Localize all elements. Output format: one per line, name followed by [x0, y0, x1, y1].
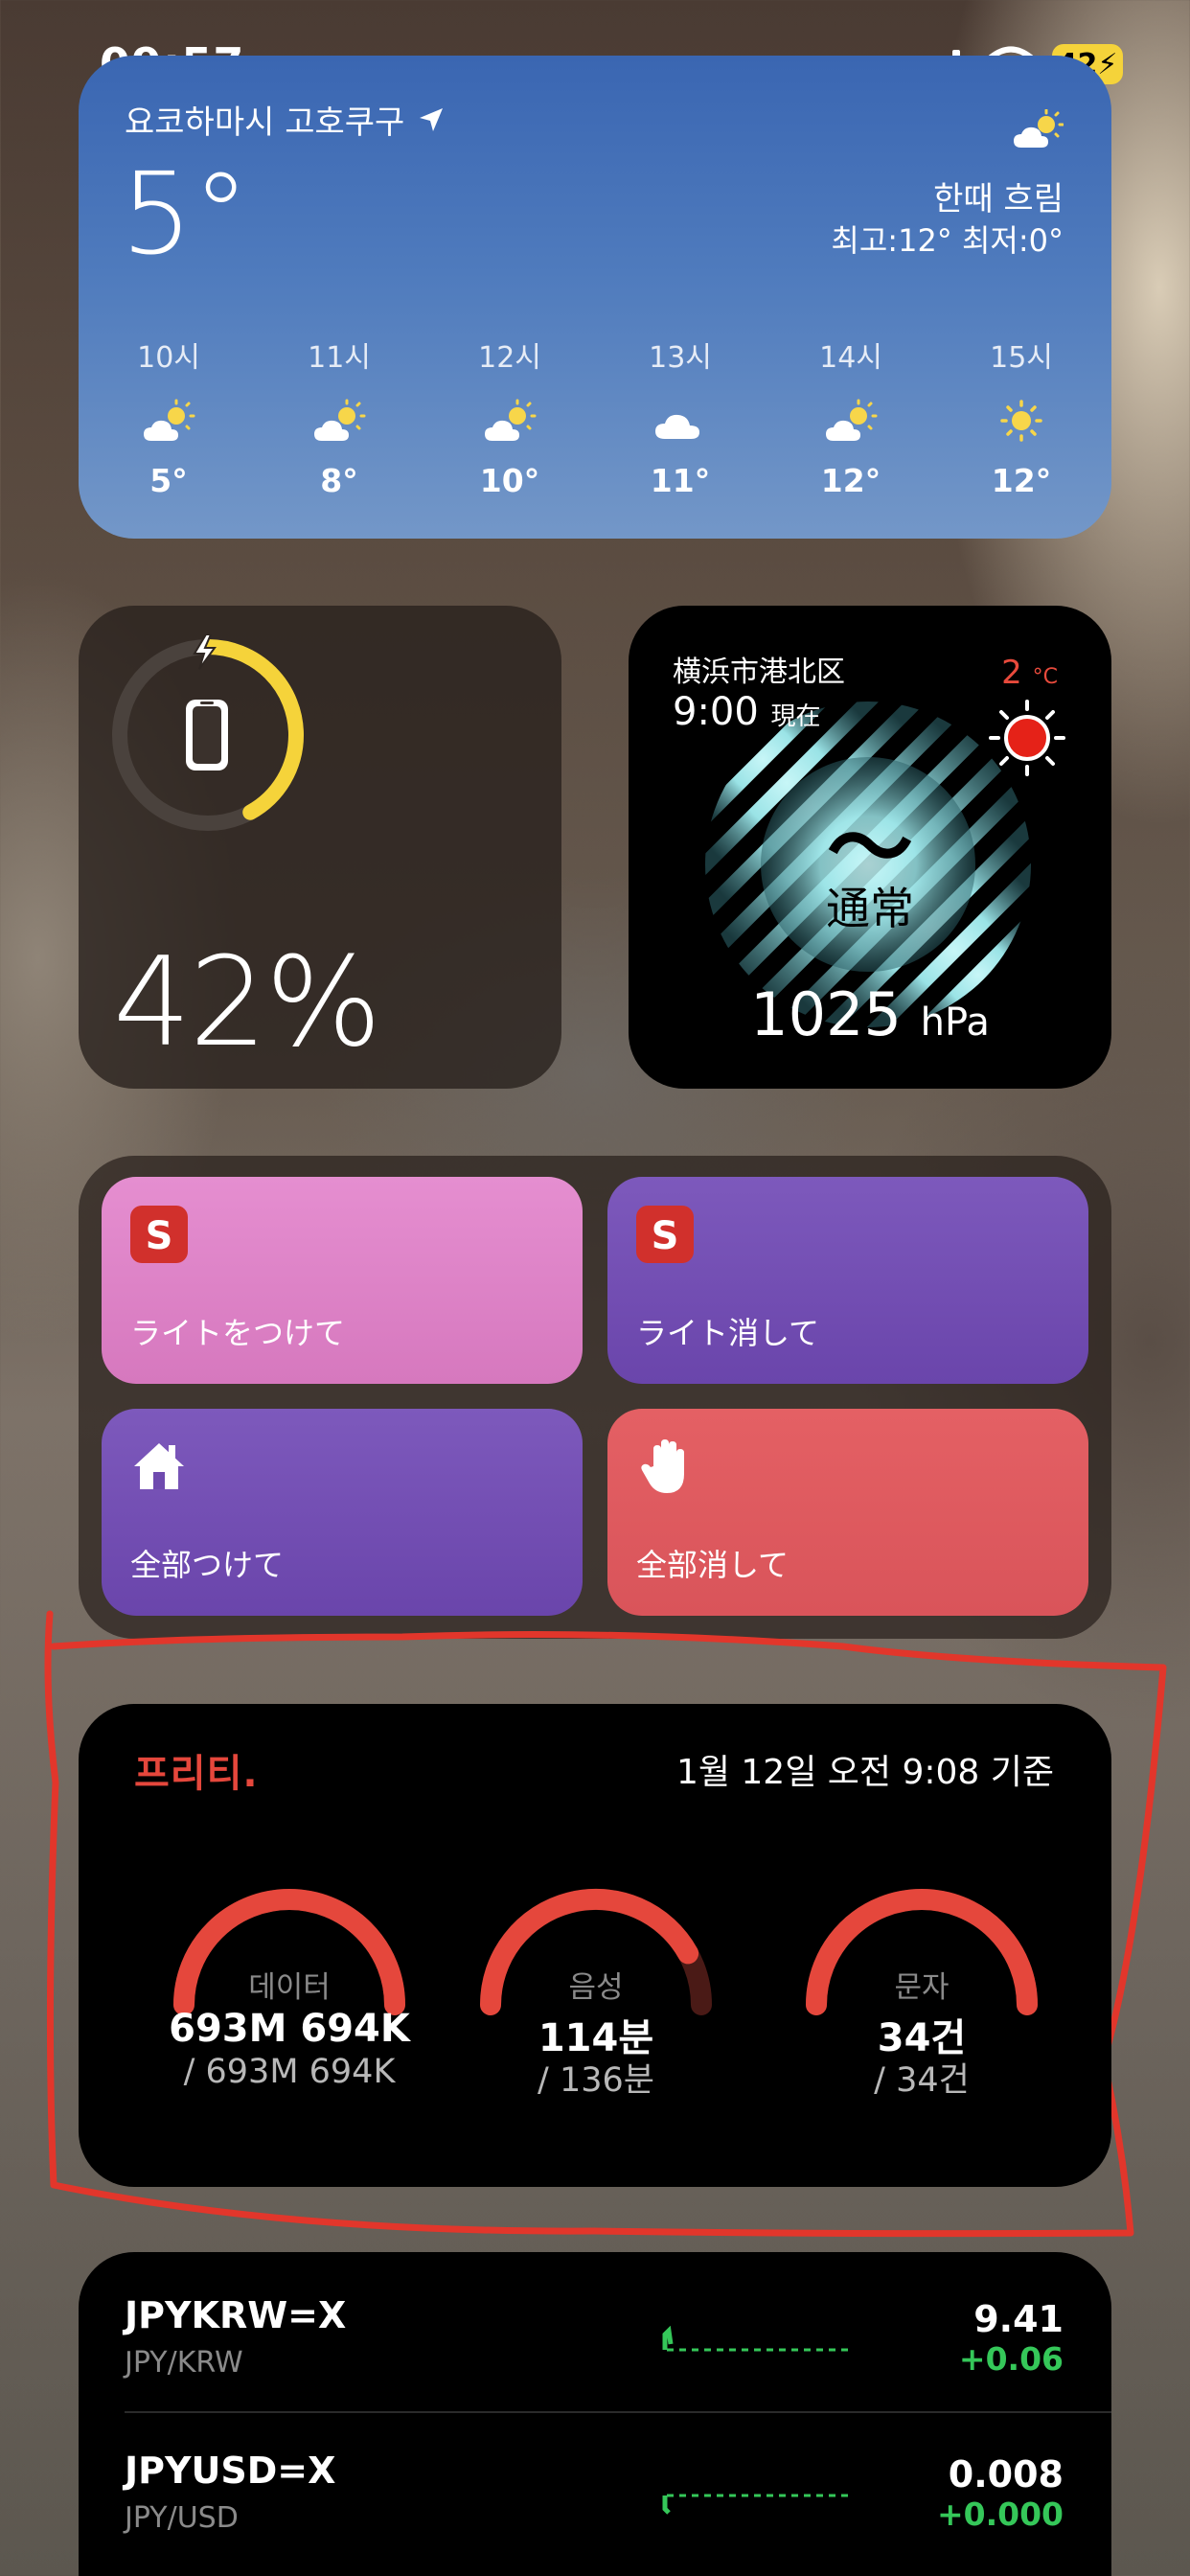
stock-symbol: JPYUSD=X [125, 2450, 336, 2492]
hourly-temp: 11° [650, 462, 711, 499]
gauge-total: / 693M 694K [183, 2053, 396, 2091]
hourly-item: 15시 12° [964, 334, 1079, 499]
shortcut-light-off[interactable]: S ライト消して [607, 1177, 1088, 1384]
carrier-logo: 프리티. [134, 1752, 259, 1796]
battery-percent: 42% [113, 932, 381, 1074]
hourly-time: 10시 [137, 341, 200, 375]
shortcut-label: ライトをつけて [130, 1315, 346, 1351]
partly-cloudy-icon [144, 399, 195, 441]
pressure-status: 通常 [826, 883, 914, 934]
stock-symbol: JPYKRW=X [125, 2294, 347, 2336]
gauge-label: 데이터 [248, 1970, 331, 2005]
hand-icon [641, 1439, 684, 1493]
gauge-used: 693M 694K [169, 2007, 410, 2051]
stock-price: 9.41 [973, 2298, 1064, 2340]
partly-cloudy-icon [1014, 109, 1064, 148]
hourly-time: 13시 [649, 341, 712, 375]
gauge-label: 음성 [568, 1970, 624, 2005]
pressure-unit: hPa [920, 1000, 990, 1045]
location-arrow-icon [420, 107, 444, 131]
stock-sparkline [662, 2494, 849, 2515]
stock-row[interactable]: JPYUSD=X JPY/USD 0.008 +0.000 [79, 2407, 1111, 2563]
svg-text:S: S [652, 1214, 679, 1258]
pressure-number: 1025 [750, 979, 902, 1049]
pressure-temp-value: 2 [1001, 654, 1022, 692]
shortcut-label: 全部つけて [130, 1547, 285, 1583]
carrier-usage-widget[interactable]: 프리티. 1월 12일 오전 9:08 기준 데이터 693M 694K / 6… [79, 1704, 1111, 2187]
stock-change: +0.000 [936, 2496, 1064, 2533]
s-app-icon: S [636, 1206, 694, 1263]
pressure-temp-unit: °C [1032, 665, 1058, 689]
hourly-item: 14시 12° [793, 334, 908, 499]
stock-change: +0.06 [958, 2340, 1064, 2378]
hourly-temp: 10° [479, 462, 540, 499]
weather-widget[interactable]: 요코하마시 고호쿠구 5° 한때 흐림 최고:12° 최저:0° 10시 5° … [79, 56, 1111, 539]
stock-sparkline [662, 2325, 849, 2352]
pressure-value: 1025 hPa [629, 979, 1111, 1049]
shortcut-all-off[interactable]: 全部消して [607, 1409, 1088, 1616]
shortcut-label: ライト消して [636, 1315, 820, 1351]
hourly-temp: 12° [820, 462, 881, 499]
gauge-total: / 136분 [538, 2061, 654, 2100]
stock-name: JPY/KRW [125, 2346, 243, 2380]
hourly-forecast: 10시 5° 11시 8° 12시 10° 13시 11° 14시 12° 15… [111, 334, 1079, 499]
hourly-item: 10시 5° [111, 334, 226, 499]
weather-hi-lo: 최고:12° 최저:0° [831, 222, 1064, 259]
hourly-item: 11시 8° [282, 334, 397, 499]
hourly-time: 14시 [819, 341, 882, 375]
usage-timestamp: 1월 12일 오전 9:08 기준 [675, 1753, 1054, 1792]
gauge-label: 문자 [894, 1970, 950, 2005]
pressure-city: 横浜市港北区 [673, 656, 845, 689]
svg-text:S: S [146, 1214, 173, 1258]
shortcuts-widget: S ライトをつけて S ライト消して 全部つけて 全部消して [79, 1156, 1111, 1639]
current-temperature: 5° [121, 148, 250, 280]
data-gauge: 데이터 693M 694K / 693M 694K [155, 1863, 423, 2091]
charging-bolt-icon: ⚡ [1097, 47, 1118, 81]
gauge-total: / 34건 [874, 2061, 970, 2100]
weather-location-text: 요코하마시 고호쿠구 [125, 104, 405, 142]
weather-condition: 한때 흐림 [933, 180, 1064, 218]
cloud-icon [655, 414, 699, 439]
voice-gauge: 음성 114분 / 136분 [462, 1863, 730, 2100]
pressure-time-suffix: 現在 [770, 702, 821, 731]
battery-widget[interactable]: 42% [79, 606, 561, 1089]
weather-location: 요코하마시 고호쿠구 [125, 96, 445, 143]
stocks-widget[interactable]: JPYKRW=X JPY/KRW 9.41 +0.06 JPYUSD=X JPY… [79, 2252, 1111, 2576]
hourly-item: 12시 10° [452, 334, 567, 499]
hourly-item: 13시 11° [623, 334, 738, 499]
pressure-time: 9:00 現在 [673, 690, 821, 734]
hourly-time: 15시 [990, 341, 1053, 375]
s-app-icon: S [130, 1206, 188, 1263]
hourly-temp: 8° [320, 462, 358, 499]
sun-icon [1000, 400, 1042, 442]
stock-price: 0.008 [948, 2453, 1064, 2496]
stock-name: JPY/USD [125, 2501, 239, 2535]
hourly-temp: 5° [149, 462, 188, 499]
shortcut-all-on[interactable]: 全部つけて [102, 1409, 583, 1616]
partly-cloudy-icon [485, 399, 537, 441]
battery-ring [112, 634, 304, 831]
text-gauge: 문자 34건 / 34건 [788, 1863, 1056, 2100]
home-icon [134, 1443, 184, 1489]
pressure-widget[interactable]: 横浜市港北区 9:00 現在 2 °C 〜 通常 1025 hPa [629, 606, 1111, 1089]
stock-row[interactable]: JPYKRW=X JPY/KRW 9.41 +0.06 [79, 2252, 1111, 2407]
hourly-temp: 12° [991, 462, 1052, 499]
shortcut-light-on[interactable]: S ライトをつけて [102, 1177, 583, 1384]
partly-cloudy-icon [826, 399, 878, 441]
hourly-time: 11시 [308, 341, 371, 375]
pressure-temp: 2 °C [1001, 654, 1058, 692]
shortcut-label: 全部消して [636, 1547, 790, 1583]
partly-cloudy-icon [314, 399, 366, 441]
pressure-time-value: 9:00 [673, 690, 759, 734]
hourly-time: 12시 [478, 341, 541, 375]
sun-icon [989, 700, 1065, 776]
